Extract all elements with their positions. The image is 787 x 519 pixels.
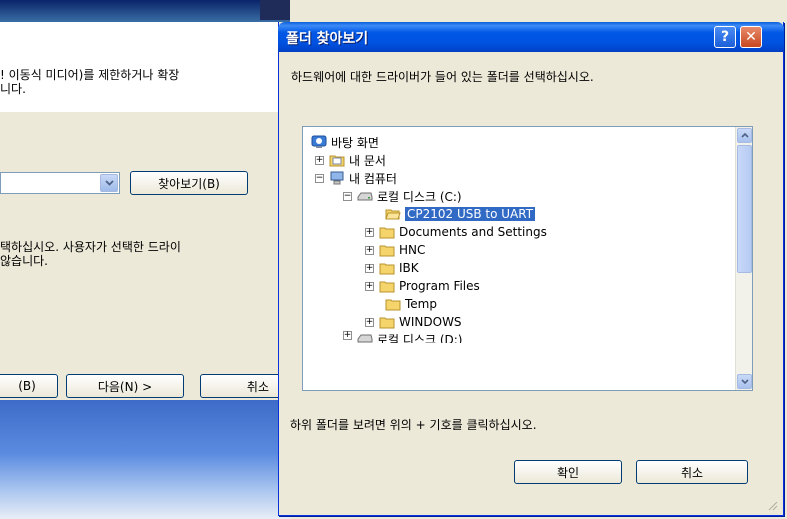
desktop-background <box>0 400 290 519</box>
ok-button[interactable]: 확인 <box>514 460 622 484</box>
background-text-line3: 택하십시오. 사용자가 선택한 드라이 <box>0 240 181 254</box>
tree-item-folder-hnc[interactable]: + HNC <box>365 241 425 259</box>
expand-plus-icon[interactable]: + <box>343 331 352 340</box>
tree-item-folder-documents-settings[interactable]: + Documents and Settings <box>365 223 547 241</box>
collapse-minus-icon[interactable]: − <box>343 191 352 201</box>
tree-item-folder-program-files[interactable]: + Program Files <box>365 277 480 295</box>
expand-plus-icon[interactable]: + <box>365 263 374 273</box>
instruction-text: 하드웨어에 대한 드라이버가 들어 있는 폴더를 선택하십시오. <box>291 70 594 84</box>
tree-label-folder: WINDOWS <box>399 315 462 329</box>
next-button[interactable]: 다음(N) > <box>66 374 184 398</box>
browse-button[interactable]: 찾아보기(B) <box>130 171 248 195</box>
background-text-line1: ! 이동식 미디어)를 제한하거나 확장 <box>0 68 180 82</box>
tree-item-folder-temp[interactable]: Temp <box>385 295 437 313</box>
desktop-icon <box>311 135 327 149</box>
dialog-title: 폴더 찾아보기 <box>286 31 369 47</box>
scroll-down-icon[interactable] <box>737 374 752 389</box>
chevron-down-icon[interactable] <box>100 174 118 192</box>
expand-plus-icon[interactable]: + <box>365 317 374 327</box>
folder-icon <box>379 261 395 275</box>
resize-grip-icon[interactable] <box>768 500 778 511</box>
folder-tree-view[interactable]: 바탕 화면 + 내 문서 − 내 컴퓨터 − 로컬 디스크 (C:) CP210… <box>302 126 753 391</box>
hard-drive-icon <box>357 189 373 203</box>
expand-plus-icon[interactable]: + <box>365 245 374 255</box>
help-button[interactable]: ? <box>714 26 736 48</box>
folder-icon <box>385 297 401 311</box>
folder-open-icon <box>385 207 401 221</box>
driver-path-combobox[interactable] <box>0 172 120 194</box>
tree-scrollbar[interactable] <box>735 127 752 390</box>
tree-item-folder-windows[interactable]: + WINDOWS <box>365 313 462 331</box>
back-button[interactable]: (B) <box>0 374 58 398</box>
background-text-line4: 않습니다. <box>0 254 48 268</box>
folder-icon <box>379 243 395 257</box>
tree-label-folder: Program Files <box>399 279 480 293</box>
scroll-up-icon[interactable] <box>737 128 752 143</box>
my-documents-icon <box>329 153 345 167</box>
tree-item-desktop[interactable]: 바탕 화면 <box>311 133 379 151</box>
tree-label-local-disk-c: 로컬 디스크 (C:) <box>377 189 462 204</box>
background-text-line2: 니다. <box>0 82 26 96</box>
collapse-minus-icon[interactable]: − <box>315 173 324 183</box>
cancel-button[interactable]: 취소 <box>636 460 748 484</box>
my-computer-icon <box>329 171 345 185</box>
tree-label-local-disk-d: 로컬 디스크 (D:) <box>377 333 463 343</box>
dialog-titlebar[interactable]: 폴더 찾아보기 ? ✕ <box>278 22 784 52</box>
hard-drive-icon <box>357 331 373 343</box>
tree-label-folder-selected: CP2102 USB to UART <box>405 207 536 221</box>
folder-icon <box>379 279 395 293</box>
expand-plus-icon[interactable]: + <box>365 227 374 237</box>
tree-label-folder: Temp <box>405 297 437 311</box>
folder-icon <box>379 225 395 239</box>
tree-label-folder: Documents and Settings <box>399 225 547 239</box>
tree-item-folder-ibk[interactable]: + IBK <box>365 259 419 277</box>
tree-item-my-computer[interactable]: − 내 컴퓨터 <box>315 169 397 187</box>
tree-item-my-documents[interactable]: + 내 문서 <box>315 151 386 169</box>
tree-label-desktop: 바탕 화면 <box>331 135 379 150</box>
tree-label-my-computer: 내 컴퓨터 <box>349 171 397 186</box>
expand-plus-icon[interactable]: + <box>365 281 374 291</box>
tree-item-folder-cp2102[interactable]: CP2102 USB to UART <box>385 205 536 223</box>
background-wizard-titlebar <box>0 0 290 22</box>
hint-text: 하위 폴더를 보려면 위의 + 기호를 클릭하십시오. <box>290 418 537 432</box>
folder-icon <box>379 315 395 329</box>
expand-plus-icon[interactable]: + <box>315 155 324 165</box>
tree-item-local-disk-c[interactable]: − 로컬 디스크 (C:) <box>343 187 462 205</box>
tree-label-folder: HNC <box>399 243 426 257</box>
scrollbar-thumb[interactable] <box>737 145 752 273</box>
tree-label-folder: IBK <box>399 261 419 275</box>
desktop-icon-fragment <box>260 0 290 20</box>
close-button[interactable]: ✕ <box>740 26 762 48</box>
background-wizard-header <box>0 22 290 112</box>
tree-item-local-disk-d[interactable]: + 로컬 디스크 (D:) <box>343 331 462 343</box>
tree-label-my-documents: 내 문서 <box>349 153 386 168</box>
